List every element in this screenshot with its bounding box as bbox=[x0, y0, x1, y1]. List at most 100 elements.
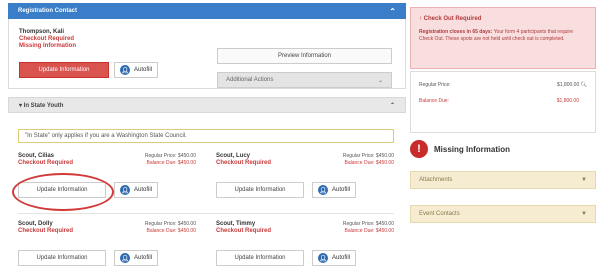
regular-price-row: Regular Price: $1,800.00 🔍︎ bbox=[419, 82, 587, 88]
checkout-alert: ↑ Check Out Required Registration closes… bbox=[410, 7, 596, 69]
balance-due-line: Balance Due: $450.00 bbox=[145, 160, 197, 167]
preview-information-button[interactable]: Preview Information bbox=[217, 48, 392, 64]
regular-price-line: Regular Price: $450.00 bbox=[145, 221, 196, 228]
contact-status-missing: Missing Information bbox=[19, 43, 76, 49]
chevron-up-icon[interactable]: ⌃ bbox=[390, 102, 395, 109]
contact-panel: Thompson, Kali Checkout Required Missing… bbox=[8, 19, 406, 89]
balance-due-label: Balance Due: bbox=[146, 160, 177, 166]
autofill-label: Autofill bbox=[332, 255, 351, 261]
balance-due-label: Balance Due: bbox=[419, 98, 450, 104]
participant-price: Regular Price: $450.00 Balance Due: $450… bbox=[343, 221, 394, 235]
caret-down-icon: ▼ bbox=[581, 177, 587, 183]
sidebar: ↑ Check Out Required Registration closes… bbox=[410, 3, 600, 271]
participant-name: Scout, Cilias bbox=[18, 153, 55, 159]
regular-price-label: Regular Price: bbox=[144, 153, 177, 159]
regular-price-value: $450.00 bbox=[177, 221, 196, 227]
participant-price: Regular Price: $450.00 Balance Due: $450… bbox=[145, 221, 196, 235]
price-summary: Regular Price: $1,800.00 🔍︎ Balance Due:… bbox=[410, 71, 596, 133]
balance-due-label: Balance Due: bbox=[344, 228, 375, 234]
user-icon: 👤︎ bbox=[318, 185, 328, 195]
regular-price-value: $450.00 bbox=[375, 153, 394, 159]
balance-due-value: $450.00 bbox=[177, 160, 196, 166]
autofill-button[interactable]: 👤︎ Autofill bbox=[114, 182, 159, 198]
balance-due-label: Balance Due: bbox=[344, 160, 375, 166]
alert-title: Check Out Required bbox=[423, 16, 482, 22]
update-information-button[interactable]: Update Information bbox=[19, 62, 109, 78]
autofill-label: Autofill bbox=[134, 67, 153, 73]
alert-icon: ! bbox=[410, 140, 428, 158]
update-information-button[interactable]: Update Information bbox=[216, 250, 304, 266]
contact-panel-title: Registration Contact bbox=[18, 8, 78, 14]
additional-actions-label: Additional Actions bbox=[226, 77, 274, 83]
chevron-down-icon: ⌄ bbox=[377, 77, 383, 84]
autofill-button[interactable]: 👤︎ Autofill bbox=[114, 62, 159, 78]
missing-information-header: ! Missing Information bbox=[410, 139, 596, 159]
state-note: "In State" only applies if you are a Was… bbox=[18, 129, 394, 143]
contact-panel-header[interactable]: Registration Contact ⌃ bbox=[8, 3, 406, 19]
group-title: In State Youth bbox=[23, 102, 64, 109]
user-icon: 👤︎ bbox=[120, 185, 130, 195]
highlight-circle bbox=[12, 173, 114, 211]
alert-title-row: ↑ Check Out Required bbox=[419, 16, 482, 22]
autofill-button[interactable]: 👤︎ Autofill bbox=[312, 182, 357, 198]
balance-due-line: Balance Due: $450.00 bbox=[343, 228, 395, 235]
participant-status: Checkout Required bbox=[216, 160, 272, 166]
search-icon[interactable]: 🔍︎ bbox=[581, 82, 587, 88]
participant-card: Scout, Dolly Checkout Required Regular P… bbox=[18, 221, 206, 274]
autofill-button[interactable]: 👤︎ Autofill bbox=[312, 250, 357, 266]
participant-status: Checkout Required bbox=[216, 228, 272, 234]
balance-due-line: Balance Due: $450.00 bbox=[145, 228, 197, 235]
autofill-label: Autofill bbox=[332, 187, 351, 193]
contact-info: Thompson, Kali Checkout Required Missing… bbox=[19, 29, 76, 50]
regular-price-line: Regular Price: $450.00 bbox=[343, 221, 394, 228]
autofill-button[interactable]: 👤︎ Autofill bbox=[114, 250, 159, 266]
alert-body-bold: Registration closes in 65 days: bbox=[419, 29, 493, 35]
regular-price-value: $450.00 bbox=[177, 153, 196, 159]
additional-actions-select[interactable]: Additional Actions ⌄ bbox=[217, 72, 392, 88]
event-contacts-accordion[interactable]: Event Contacts ▼ bbox=[410, 205, 596, 223]
missing-information: ! Missing Information bbox=[410, 139, 596, 159]
user-icon: 👤︎ bbox=[120, 253, 130, 263]
participant-name: Scout, Dolly bbox=[18, 221, 53, 227]
attachments-accordion[interactable]: Attachments ▼ bbox=[410, 171, 596, 189]
group-title-wrap: ▾ In State Youth bbox=[19, 102, 64, 109]
balance-due-value: $450.00 bbox=[177, 228, 196, 234]
regular-price-value: $1,800.00 bbox=[557, 82, 580, 88]
balance-due-value: $450.00 bbox=[375, 160, 394, 166]
participant-card: Scout, Lucy Checkout Required Regular Pr… bbox=[216, 153, 404, 215]
participant-price: Regular Price: $450.00 Balance Due: $450… bbox=[145, 153, 196, 167]
divider bbox=[18, 213, 394, 214]
balance-due-value: $450.00 bbox=[375, 228, 394, 234]
participant-price: Regular Price: $450.00 Balance Due: $450… bbox=[343, 153, 394, 167]
group-header[interactable]: ▾ In State Youth ⌃ bbox=[8, 97, 406, 113]
accordion-label: Event Contacts bbox=[419, 211, 460, 217]
participant-name: Scout, Lucy bbox=[216, 153, 251, 159]
balance-due-value: $1,800.00 bbox=[556, 98, 579, 104]
chevron-up-icon[interactable]: ⌃ bbox=[389, 7, 396, 16]
autofill-label: Autofill bbox=[134, 255, 153, 261]
participant-status: Checkout Required bbox=[18, 160, 74, 166]
missing-information-title: Missing Information bbox=[434, 144, 510, 154]
regular-price-label: Regular Price: bbox=[342, 153, 375, 159]
contact-name: Thompson, Kali bbox=[19, 29, 64, 35]
regular-price-label: Regular Price: bbox=[144, 221, 177, 227]
user-icon: 👤︎ bbox=[318, 253, 328, 263]
caret-down-icon: ▼ bbox=[581, 211, 587, 217]
balance-due-row: Balance Due: $1,800.00 bbox=[419, 98, 587, 104]
regular-price-total: $1,800.00 🔍︎ bbox=[557, 82, 587, 88]
user-icon: 👤︎ bbox=[120, 65, 130, 75]
update-information-button[interactable]: Update Information bbox=[216, 182, 304, 198]
registration-main: Registration Contact ⌃ Thompson, Kali Ch… bbox=[8, 3, 406, 271]
participant-card: Scout, Timmy Checkout Required Regular P… bbox=[216, 221, 404, 274]
balance-due-line: Balance Due: $450.00 bbox=[343, 160, 395, 167]
regular-price-line: Regular Price: $450.00 bbox=[145, 153, 196, 160]
participant-status: Checkout Required bbox=[18, 228, 74, 234]
regular-price-value: $450.00 bbox=[375, 221, 394, 227]
update-information-button[interactable]: Update Information bbox=[18, 250, 106, 266]
regular-price-label: Regular Price: bbox=[419, 82, 451, 88]
alert-body: Registration closes in 65 days: Your for… bbox=[419, 29, 587, 43]
balance-due-label: Balance Due: bbox=[146, 228, 177, 234]
accordion-label: Attachments bbox=[419, 177, 453, 183]
contact-status-checkout: Checkout Required bbox=[19, 36, 75, 42]
regular-price-label: Regular Price: bbox=[342, 221, 375, 227]
